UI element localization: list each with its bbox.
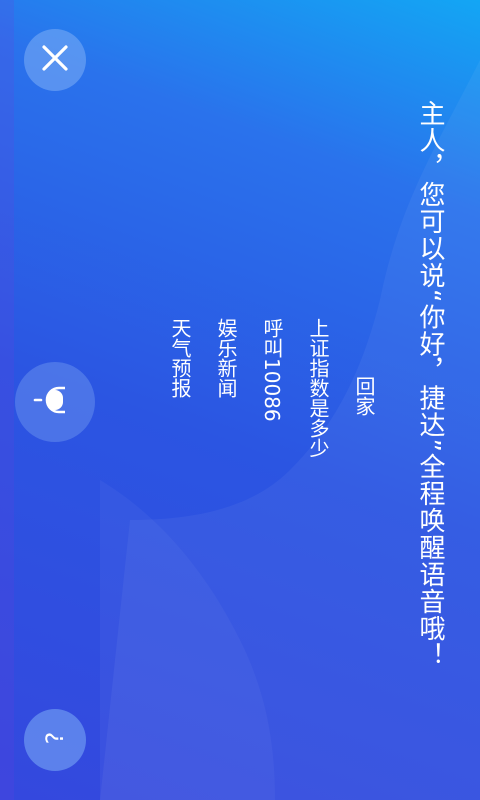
example-command-weather[interactable]: 天气预报 xyxy=(168,318,192,458)
example-command-home[interactable]: 回家 xyxy=(352,376,376,458)
example-command-stock-index[interactable]: 上证指数是多少 xyxy=(306,318,330,458)
svg-text:?: ? xyxy=(41,732,69,745)
microphone-button[interactable] xyxy=(15,362,95,442)
example-command-call[interactable]: 呼叫10086 xyxy=(260,318,284,458)
close-button[interactable] xyxy=(24,29,86,91)
question-mark-icon: ? xyxy=(40,723,70,757)
example-commands: 回家 上证指数是多少 呼叫10086 娱乐新闻 天气预报 xyxy=(144,318,376,458)
voice-assistant-screen: ? 主人，您可以说“你好，捷达”全程唤醒语音哦！ 回家 上证指数是多少 呼叫10… xyxy=(0,0,480,800)
help-button[interactable]: ? xyxy=(24,709,86,771)
microphone-icon xyxy=(33,378,77,426)
wake-word-hint: 主人，您可以说“你好，捷达”全程唤醒语音哦！ xyxy=(415,100,445,669)
example-command-news[interactable]: 娱乐新闻 xyxy=(214,318,238,458)
close-icon xyxy=(40,43,70,77)
